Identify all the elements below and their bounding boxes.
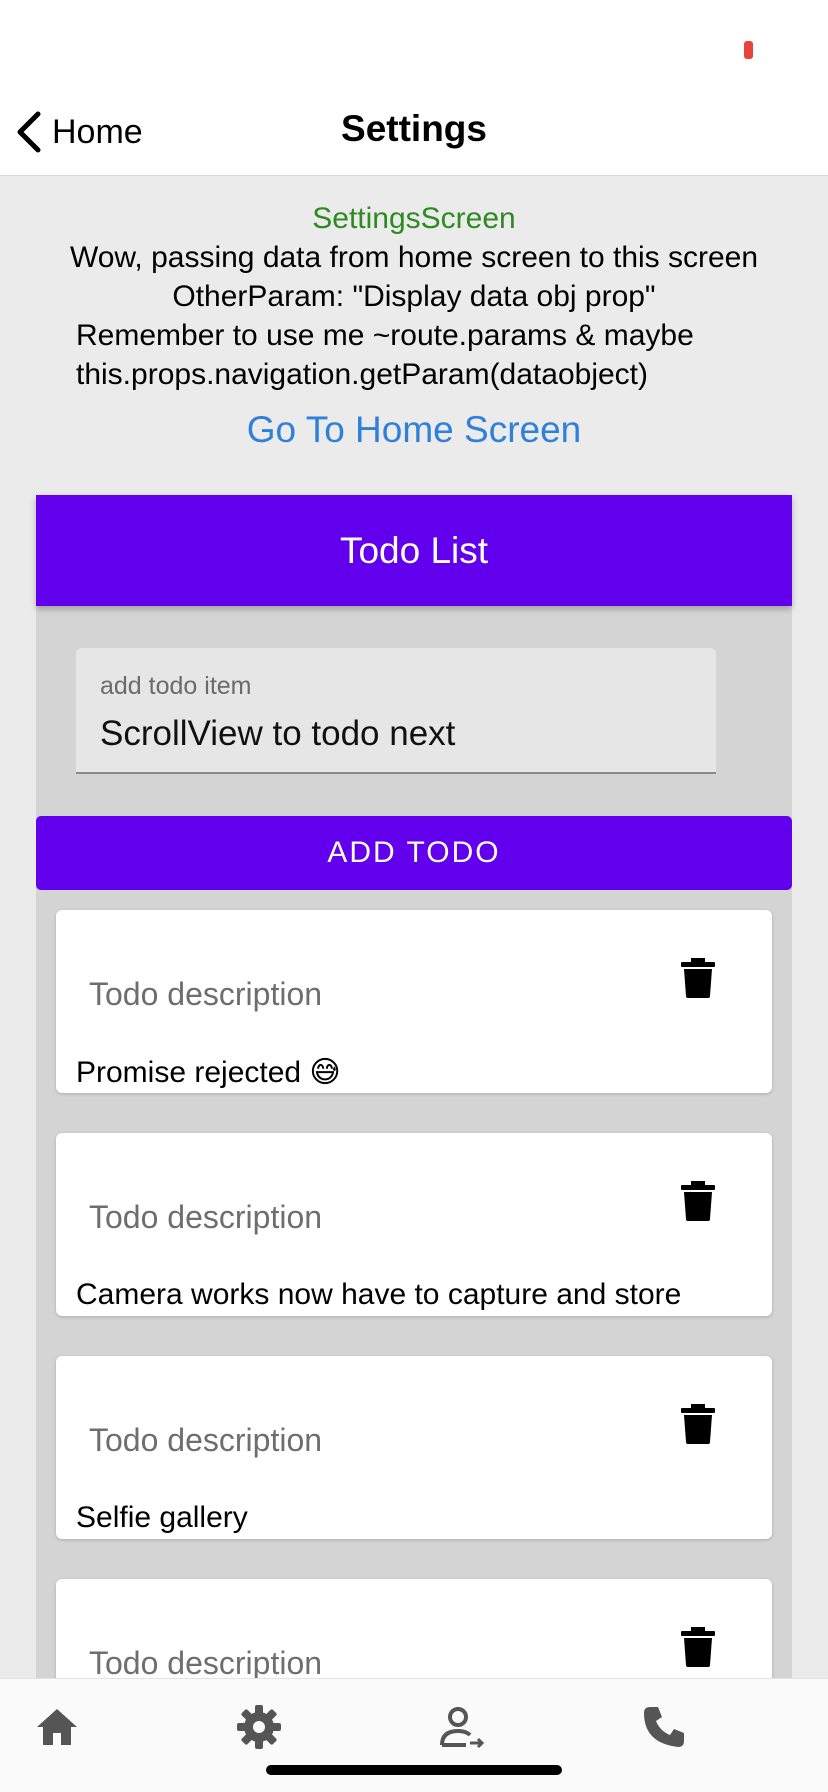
todo-description-label: Todo description (89, 1645, 323, 1681)
todo-description-label: Todo description (89, 976, 323, 1012)
info-line-3: Remember to use me ~route.params & maybe (76, 319, 694, 352)
settings-screen: Home Settings SettingsScreen Wow, passin… (0, 0, 828, 1792)
todo-item: Todo description Selfie gallery (56, 1356, 772, 1539)
page-title: Settings (341, 108, 487, 149)
todo-item-text: Promise rejected 😅 (76, 1056, 341, 1089)
todo-description-label: Todo description (89, 1199, 323, 1235)
todo-description-label: Todo description (89, 1422, 323, 1458)
trash-icon[interactable] (681, 958, 715, 998)
gear-icon[interactable] (235, 1703, 283, 1751)
add-todo-input-value[interactable]: ScrollView to todo next (100, 714, 455, 754)
todo-panel: Todo List add todo item ScrollView to to… (36, 495, 792, 1762)
trash-icon[interactable] (681, 1181, 715, 1221)
todo-item: Todo description Promise rejected 😅 (56, 910, 772, 1093)
info-line-1: Wow, passing data from home screen to th… (69, 241, 759, 274)
todo-item-text: Camera works now have to capture and sto… (76, 1278, 682, 1311)
todo-item-text: Selfie gallery (76, 1501, 248, 1534)
add-todo-input[interactable]: add todo item ScrollView to todo next (76, 648, 716, 774)
user-transfer-icon[interactable] (438, 1703, 486, 1751)
todo-list-header: Todo List (36, 495, 792, 606)
info-line-4: this.props.navigation.getParam(dataobjec… (76, 358, 648, 391)
info-block: SettingsScreen Wow, passing data from ho… (0, 200, 828, 454)
navigation-header: Home Settings (0, 0, 828, 176)
screen-name-label: SettingsScreen (312, 202, 516, 235)
recording-indicator (744, 41, 753, 59)
add-todo-button[interactable]: ADD TODO (36, 816, 792, 890)
home-icon[interactable] (33, 1703, 81, 1751)
trash-icon[interactable] (681, 1627, 715, 1667)
phone-icon[interactable] (640, 1703, 688, 1751)
add-todo-input-label: add todo item (100, 672, 252, 700)
info-line-2: OtherParam: "Display data obj prop" (172, 280, 656, 313)
go-to-home-link[interactable]: Go To Home Screen (247, 406, 582, 454)
home-indicator (266, 1765, 562, 1775)
trash-icon[interactable] (681, 1404, 715, 1444)
todo-item: Todo description Camera works now have t… (56, 1133, 772, 1316)
